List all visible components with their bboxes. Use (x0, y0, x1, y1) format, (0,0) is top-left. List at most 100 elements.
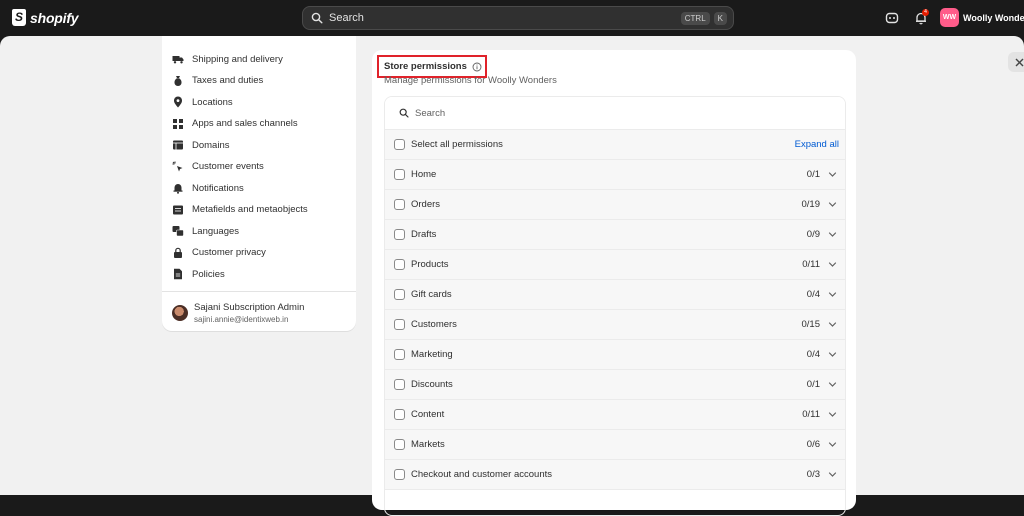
sidebar-item-label: Shipping and delivery (192, 53, 283, 65)
permission-row[interactable]: Checkout and customer accounts 0/3 (385, 460, 845, 490)
location-pin-icon (174, 96, 182, 108)
global-search-bar[interactable]: Search CTRL K (302, 6, 734, 30)
sidebar-item-customer-privacy[interactable]: Customer privacy (172, 243, 266, 263)
permission-checkbox[interactable] (394, 409, 405, 420)
chevron-down-icon[interactable] (828, 290, 837, 299)
permission-row[interactable]: Customers 0/15 (385, 310, 845, 340)
permission-label: Discounts (411, 379, 453, 390)
chevron-down-icon[interactable] (828, 200, 837, 209)
permission-row[interactable]: Drafts 0/9 (385, 220, 845, 250)
shortcut-ctrl-key: CTRL (680, 11, 710, 25)
permission-label: Customers (411, 319, 457, 330)
permission-checkbox[interactable] (394, 319, 405, 330)
permission-checkbox[interactable] (394, 469, 405, 480)
sidebar-item-label: Taxes and duties (192, 75, 264, 86)
permission-checkbox[interactable] (394, 169, 405, 180)
sidebar-item-label: Metafields and metaobjects (192, 204, 308, 215)
expand-all-link[interactable]: Expand all (795, 139, 839, 150)
permission-label: Checkout and customer accounts (411, 469, 552, 480)
permission-checkbox[interactable] (394, 349, 405, 360)
top-bar: shopify Search CTRL K 4 WW Woolly Wonder… (0, 0, 1024, 36)
settings-sidebar: Shipping and delivery Taxes and duties L… (162, 36, 356, 331)
sidebar-item-notifications[interactable]: Notifications (172, 178, 244, 198)
permission-row[interactable]: Home 0/1 (385, 160, 845, 190)
select-all-label: Select all permissions (411, 139, 503, 150)
permission-row[interactable]: Content 0/11 (385, 400, 845, 430)
permission-row[interactable]: Markets 0/6 (385, 430, 845, 460)
permission-label: Content (411, 409, 445, 420)
permission-count: 0/19 (801, 199, 821, 210)
sidebar-item-apps[interactable]: Apps and sales channels (172, 114, 298, 134)
permission-count: 0/15 (801, 319, 821, 330)
permission-row[interactable]: Discounts 0/1 (385, 370, 845, 400)
permissions-search-input[interactable]: Search (385, 97, 845, 130)
sidebar-item-label: Languages (192, 225, 240, 237)
permission-row[interactable]: Gift cards 0/4 (385, 280, 845, 310)
sidebar-user-account[interactable]: Sajani Subscription Admin sajini.annie@i… (172, 302, 304, 324)
store-permissions-subtitle: Manage permissions for Woolly Wonders (384, 75, 557, 86)
database-icon (173, 205, 183, 214)
search-icon (399, 108, 409, 118)
sidebar-divider (162, 291, 356, 292)
permission-checkbox[interactable] (394, 259, 405, 270)
permission-checkbox[interactable] (394, 289, 405, 300)
permission-count: 0/4 (806, 349, 820, 360)
sidebar-item-metafields[interactable]: Metafields and metaobjects (172, 200, 308, 220)
chevron-down-icon[interactable] (828, 260, 837, 269)
search-placeholder: Search (329, 12, 364, 24)
document-icon (174, 268, 182, 280)
permission-checkbox[interactable] (394, 379, 405, 390)
sidebar-item-customer-events[interactable]: Customer events (172, 157, 264, 177)
shopify-logo[interactable]: shopify (12, 9, 79, 26)
permission-count: 0/3 (806, 469, 820, 480)
sidebar-item-label: Notifications (192, 182, 244, 194)
permission-count: 0/11 (802, 259, 820, 270)
globe-icon (173, 140, 183, 150)
sidebar-item-taxes[interactable]: Taxes and duties (172, 71, 263, 91)
info-icon[interactable] (472, 62, 482, 72)
store-permissions-card: Store permissions Manage permissions for… (372, 50, 856, 516)
permission-row[interactable]: Orders 0/19 (385, 190, 845, 220)
store-menu-button[interactable]: WW Woolly Wonders (940, 8, 1024, 27)
chevron-down-icon[interactable] (828, 350, 837, 359)
chevron-down-icon[interactable] (828, 320, 837, 329)
chevron-down-icon[interactable] (828, 410, 837, 419)
cursor-click-icon (172, 161, 183, 171)
sidebar-item-domains[interactable]: Domains (172, 135, 230, 155)
logo-text: shopify (30, 9, 79, 26)
close-settings-button[interactable] (1008, 52, 1024, 72)
sidebar-item-label: Apps and sales channels (192, 118, 298, 129)
permission-checkbox[interactable] (394, 199, 405, 210)
sidebar-item-languages[interactable]: Languages (172, 221, 239, 241)
sidebar-item-shipping[interactable]: Shipping and delivery (172, 49, 283, 69)
permission-label: Products (411, 259, 449, 270)
permissions-search-placeholder: Search (415, 107, 446, 119)
permission-count: 0/1 (806, 379, 820, 390)
chevron-down-icon[interactable] (828, 470, 837, 479)
sidebar-item-label: Customer events (192, 161, 264, 172)
sidekick-icon[interactable] (885, 11, 899, 25)
select-all-checkbox[interactable] (394, 139, 405, 150)
chevron-down-icon[interactable] (828, 380, 837, 389)
sidebar-item-label: Domains (192, 139, 230, 151)
apps-grid-icon (173, 118, 183, 129)
chevron-down-icon[interactable] (828, 440, 837, 449)
truck-icon (172, 56, 184, 64)
permission-checkbox[interactable] (394, 439, 405, 450)
permission-row[interactable]: Products 0/11 (385, 250, 845, 280)
permission-count: 0/6 (806, 439, 820, 450)
search-icon (311, 12, 323, 24)
permission-checkbox[interactable] (394, 229, 405, 240)
permissions-list: Search Select all permissions Expand all… (384, 96, 846, 516)
sidebar-item-locations[interactable]: Locations (172, 92, 233, 112)
chevron-down-icon[interactable] (828, 170, 837, 179)
chevron-down-icon[interactable] (828, 230, 837, 239)
permission-label: Drafts (411, 229, 437, 240)
sidebar-item-policies[interactable]: Policies (172, 264, 225, 284)
notification-count-badge: 4 (922, 9, 929, 16)
select-all-row: Select all permissions Expand all (385, 130, 845, 160)
sidebar-item-label: Policies (192, 268, 225, 280)
sidebar-item-label: Customer privacy (192, 247, 266, 258)
sidebar-item-label: Locations (192, 96, 233, 108)
permission-row[interactable]: Marketing 0/4 (385, 340, 845, 370)
